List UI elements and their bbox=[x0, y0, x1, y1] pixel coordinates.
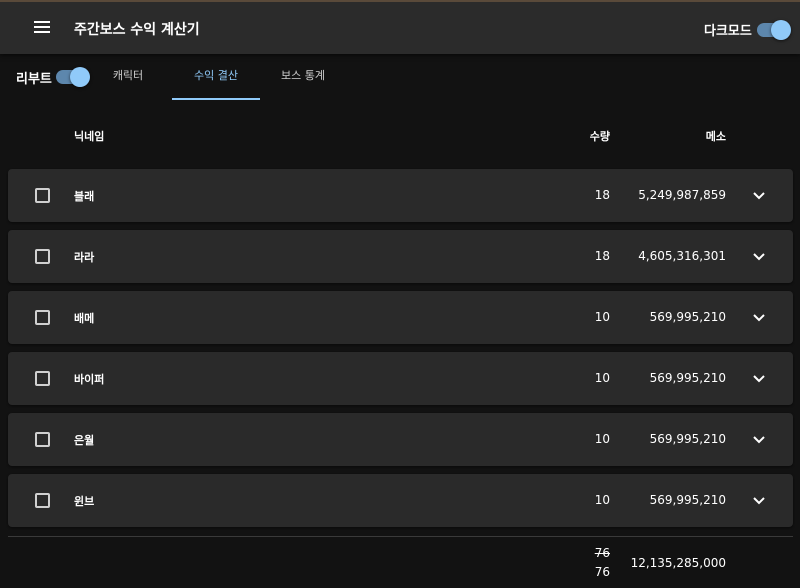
row-nickname: 배메 bbox=[74, 312, 95, 325]
row-nickname: 윈브 bbox=[74, 495, 95, 508]
chevron-down-icon[interactable] bbox=[752, 372, 766, 386]
table-row[interactable]: 배메 10 569,995,210 bbox=[8, 291, 793, 344]
table-row[interactable]: 은월 10 569,995,210 bbox=[8, 413, 793, 466]
row-checkbox[interactable] bbox=[35, 249, 50, 264]
dark-mode-toggle[interactable] bbox=[757, 20, 791, 40]
row-meso: 569,995,210 bbox=[649, 371, 726, 385]
header-nickname: 닉네임 bbox=[74, 130, 105, 143]
total-meso: 12,135,285,000 bbox=[630, 556, 726, 570]
menu-icon[interactable] bbox=[30, 18, 54, 38]
row-nickname: 라라 bbox=[74, 251, 95, 264]
row-meso: 5,249,987,859 bbox=[638, 188, 726, 202]
row-checkbox[interactable] bbox=[35, 432, 50, 447]
row-checkbox[interactable] bbox=[35, 371, 50, 386]
row-quantity: 18 bbox=[594, 188, 610, 202]
character-list: 블래 18 5,249,987,859 라라 18 4,605,316,301 배메 10 56… bbox=[8, 169, 793, 535]
table-row[interactable]: 블래 18 5,249,987,859 bbox=[8, 169, 793, 222]
row-checkbox[interactable] bbox=[35, 310, 50, 325]
row-checkbox[interactable] bbox=[35, 493, 50, 508]
total-quantity: 76 bbox=[594, 565, 610, 579]
row-quantity: 10 bbox=[594, 310, 610, 324]
row-nickname: 은월 bbox=[74, 434, 95, 447]
table-row[interactable]: 라라 18 4,605,316,301 bbox=[8, 230, 793, 283]
row-quantity: 10 bbox=[594, 432, 610, 446]
totals-divider bbox=[8, 536, 793, 537]
row-nickname: 바이퍼 bbox=[74, 373, 105, 386]
header-quantity: 수량 bbox=[589, 130, 610, 143]
reboot-toggle-knob bbox=[70, 67, 90, 87]
row-quantity: 18 bbox=[594, 249, 610, 263]
chevron-down-icon[interactable] bbox=[752, 311, 766, 325]
tab-boss-stats[interactable]: 보스 통계 bbox=[266, 54, 340, 100]
row-meso: 4,605,316,301 bbox=[638, 249, 726, 263]
app-bar: 주간보스 수익 계산기 다크모드 bbox=[0, 0, 800, 54]
header-meso: 메소 bbox=[705, 130, 726, 143]
reboot-toggle[interactable] bbox=[56, 67, 90, 87]
chevron-down-icon[interactable] bbox=[752, 250, 766, 264]
table-row[interactable]: 바이퍼 10 569,995,210 bbox=[8, 352, 793, 405]
row-meso: 569,995,210 bbox=[649, 310, 726, 324]
tab-character[interactable]: 캐릭터 bbox=[92, 54, 164, 100]
row-quantity: 10 bbox=[594, 493, 610, 507]
row-meso: 569,995,210 bbox=[649, 493, 726, 507]
row-meso: 569,995,210 bbox=[649, 432, 726, 446]
dark-mode-toggle-knob bbox=[771, 20, 791, 40]
row-nickname: 블래 bbox=[74, 190, 95, 203]
tab-profit-settlement[interactable]: 수익 결산 bbox=[172, 54, 260, 100]
chevron-down-icon[interactable] bbox=[752, 433, 766, 447]
chevron-down-icon[interactable] bbox=[752, 494, 766, 508]
dark-mode-label: 다크모드 bbox=[704, 24, 752, 39]
app-title: 주간보스 수익 계산기 bbox=[74, 22, 200, 38]
row-quantity: 10 bbox=[594, 371, 610, 385]
table-row[interactable]: 윈브 10 569,995,210 bbox=[8, 474, 793, 527]
total-quantity-struck: 76 bbox=[594, 546, 610, 560]
reboot-label: 리부트 bbox=[16, 72, 52, 87]
chevron-down-icon[interactable] bbox=[752, 189, 766, 203]
row-checkbox[interactable] bbox=[35, 188, 50, 203]
